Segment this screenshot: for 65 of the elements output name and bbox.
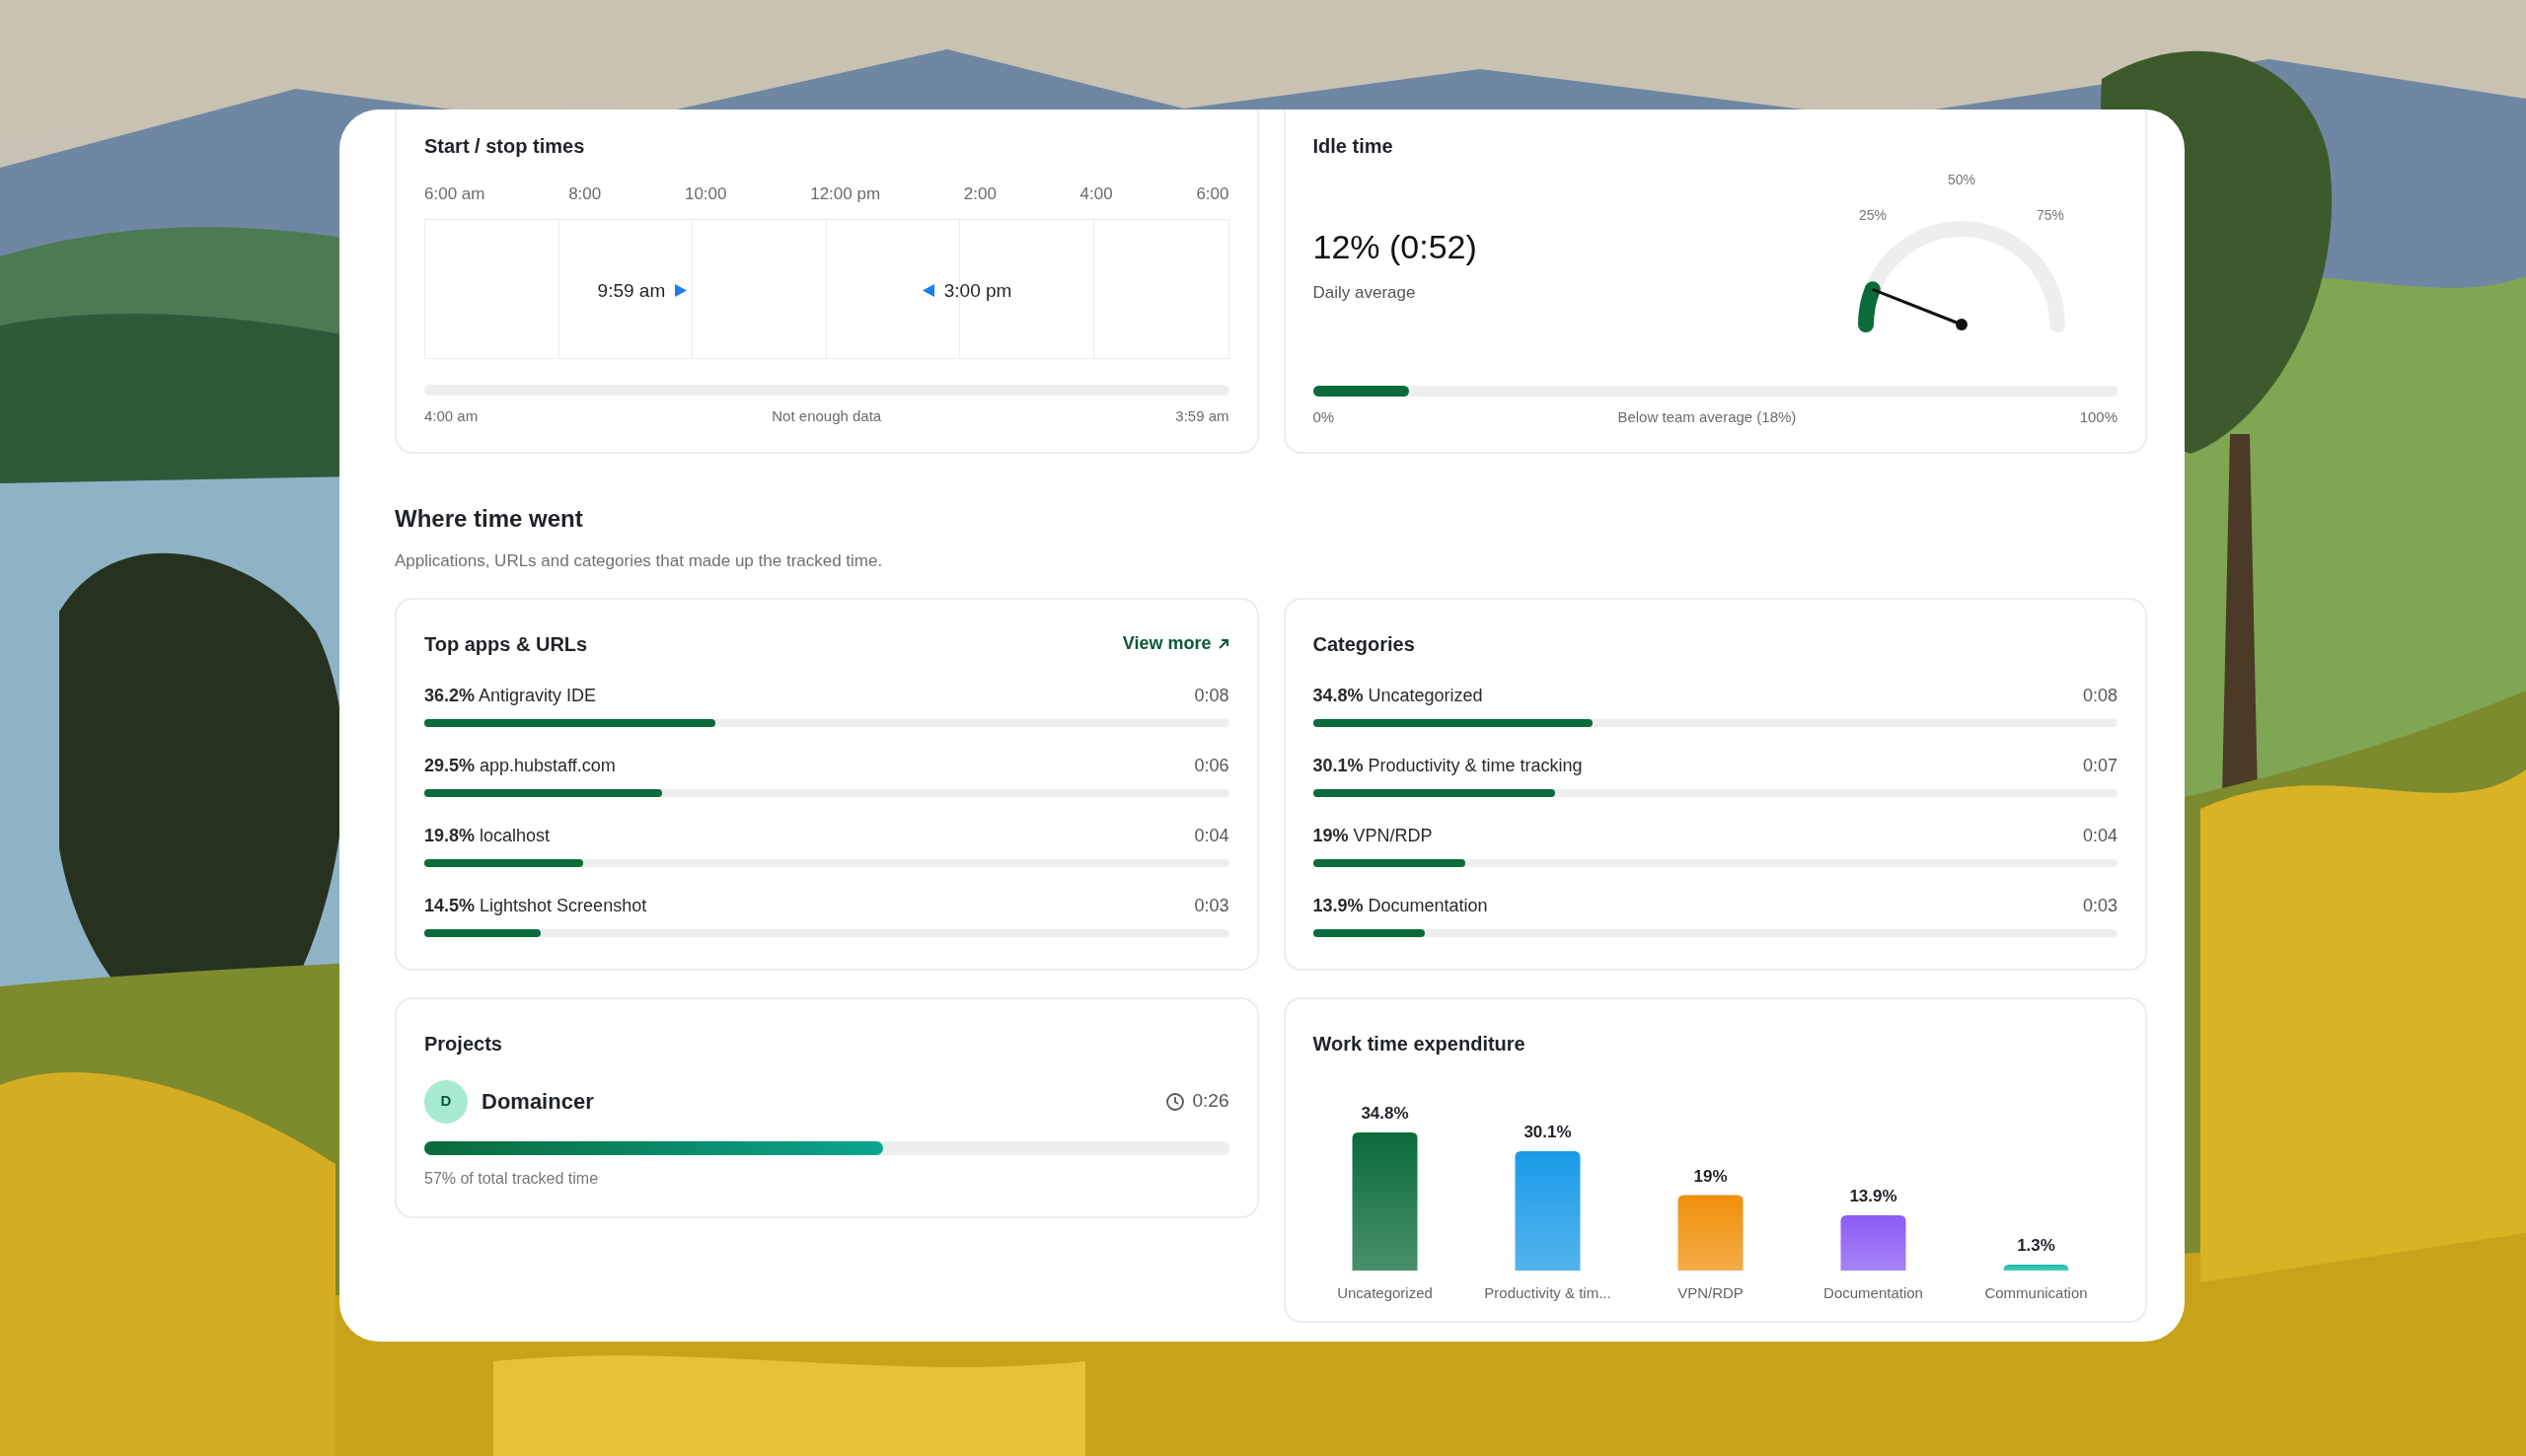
- axis-label: 6:00 am: [424, 183, 485, 205]
- item-label: 19.8% localhost: [424, 824, 551, 847]
- value-label: 30.1%: [1523, 1122, 1572, 1141]
- item-time: 0:08: [2082, 684, 2117, 707]
- card-title: Categories: [1312, 631, 1415, 657]
- value-label: 13.9%: [1848, 1186, 1897, 1205]
- item-label: 13.9% Documentation: [1312, 894, 1488, 917]
- item-label: 30.1% Productivity & time tracking: [1312, 754, 1583, 777]
- axis-label: 6:00: [1196, 183, 1229, 205]
- project-avatar: D: [424, 1079, 468, 1124]
- range-note: Not enough data: [772, 405, 882, 426]
- item-label: 34.8% Uncategorized: [1312, 684, 1483, 707]
- axis-label: 2:00: [963, 183, 997, 205]
- item-label: 14.5% Lightshot Screenshot: [424, 894, 647, 917]
- category-label: Productivity & tim...: [1483, 1283, 1611, 1301]
- project-time: 0:26: [1192, 1089, 1229, 1114]
- value-label: 19%: [1693, 1166, 1727, 1186]
- gauge-label: 75%: [2037, 207, 2064, 223]
- item-time: 0:06: [1194, 754, 1229, 777]
- item-time: 0:04: [2082, 824, 2117, 847]
- card-title: Work time expenditure: [1312, 1031, 1525, 1056]
- card-title: Projects: [424, 1031, 502, 1056]
- gauge-label: 25%: [1859, 207, 1887, 223]
- project-name: Domaincer: [482, 1088, 594, 1116]
- range-label: 4:00 am: [424, 405, 479, 426]
- start-time: 9:59 am: [597, 278, 666, 303]
- axis-label: 8:00: [568, 183, 602, 205]
- item-time: 0:03: [1194, 894, 1229, 917]
- stop-time: 3:00 pm: [943, 278, 1012, 303]
- item-label: 19% VPN/RDP: [1312, 824, 1433, 847]
- category-label: VPN/RDP: [1676, 1283, 1744, 1301]
- value-label: 1.3%: [2016, 1235, 2055, 1255]
- item-time: 0:04: [1194, 824, 1229, 847]
- section-title: Where time went: [395, 504, 583, 534]
- project-note: 57% of total tracked time: [424, 1168, 599, 1189]
- idle-value: 12% (0:52): [1312, 227, 1477, 267]
- axis-label: 12:00 pm: [810, 183, 881, 205]
- card-title: Idle time: [1312, 134, 1393, 159]
- scale-label: 100%: [2079, 407, 2117, 427]
- axis-label: 10:00: [684, 183, 727, 205]
- card-title: Start / stop times: [424, 134, 585, 159]
- bar: [2003, 1264, 2068, 1271]
- scale-label: 0%: [1312, 407, 1335, 427]
- item-time: 0:08: [1194, 684, 1229, 707]
- category-label: Documentation: [1822, 1283, 1923, 1301]
- category-label: Uncategorized: [1336, 1283, 1433, 1301]
- stop-marker-icon: [922, 284, 934, 298]
- bar: [1840, 1214, 1905, 1271]
- section-subtitle: Applications, URLs and categories that made up the tracked time.: [395, 550, 883, 572]
- item-time: 0:07: [2082, 754, 2117, 777]
- range-label: 3:59 am: [1175, 405, 1229, 426]
- idle-caption: Daily average: [1312, 282, 1416, 304]
- idle-note: Below team average (18%): [1617, 407, 1797, 427]
- item-label: 29.5% app.hubstaff.com: [424, 754, 616, 777]
- card-title: Top apps & URLs: [424, 631, 588, 657]
- axis-label: 4:00: [1079, 183, 1113, 205]
- item-time: 0:03: [2082, 894, 2117, 917]
- value-label: 34.8%: [1360, 1103, 1409, 1123]
- category-label: Communication: [1983, 1283, 2088, 1301]
- start-marker-icon: [675, 284, 688, 298]
- gauge-label: 50%: [1948, 172, 1975, 187]
- item-label: 36.2% Antigravity IDE: [424, 684, 597, 707]
- view-more-link[interactable]: View more: [1122, 630, 1229, 657]
- external-arrow-icon: [1217, 637, 1229, 650]
- clock-icon: [1164, 1091, 1185, 1112]
